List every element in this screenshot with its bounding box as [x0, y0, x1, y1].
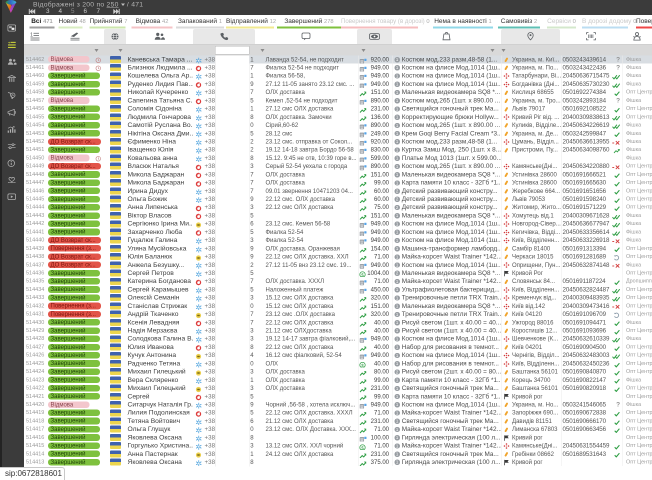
svg-text:1: 1	[30, 33, 33, 39]
